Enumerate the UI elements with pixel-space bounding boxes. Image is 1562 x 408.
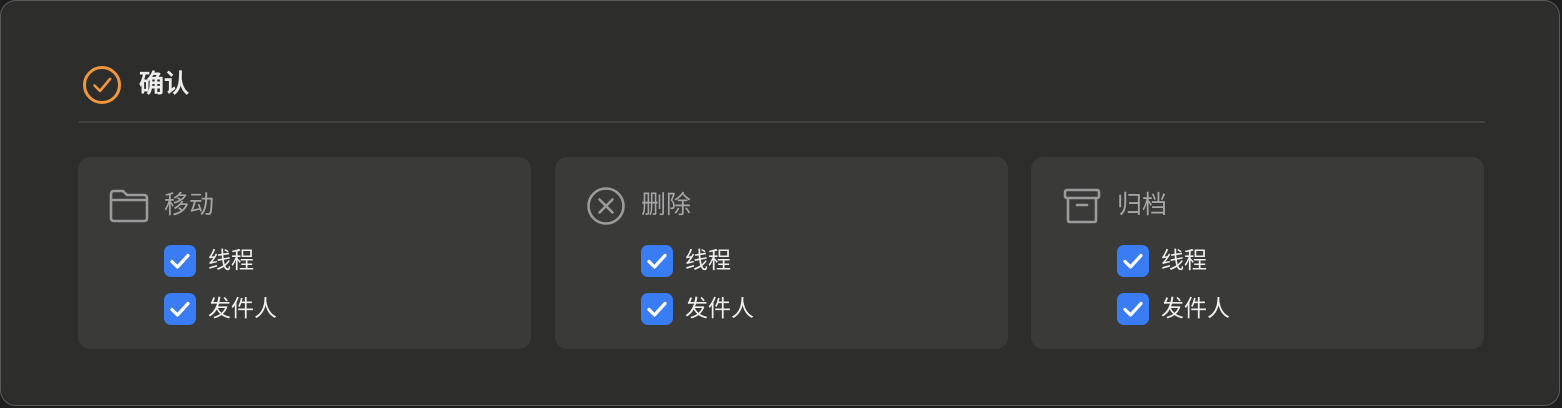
- checkbox-move-sender[interactable]: [164, 293, 196, 325]
- x-circle-icon: [587, 187, 625, 225]
- option-label: 发件人: [685, 296, 754, 322]
- checkbox-delete-sender[interactable]: [641, 293, 673, 325]
- checkmark-icon: [647, 301, 667, 317]
- checkmark-icon: [1123, 253, 1143, 269]
- card-title-delete: 删除: [641, 190, 692, 219]
- card-delete: 删除 线程 发件人: [555, 157, 1008, 349]
- checkmark-icon: [647, 253, 667, 269]
- checkbox-delete-thread[interactable]: [641, 245, 673, 277]
- archive-box-icon: [1063, 188, 1101, 224]
- card-move: 移动 线程 发件人: [78, 157, 531, 349]
- option-label: 线程: [685, 248, 731, 274]
- option-label: 线程: [1161, 248, 1207, 274]
- checkmark-icon: [170, 253, 190, 269]
- card-title-archive: 归档: [1117, 190, 1168, 219]
- checkmark-icon: [1123, 301, 1143, 317]
- checkmark-icon: [170, 301, 190, 317]
- option-label: 线程: [208, 248, 254, 274]
- checkbox-archive-sender[interactable]: [1117, 293, 1149, 325]
- page-title: 确认: [139, 69, 190, 98]
- option-label: 发件人: [1161, 296, 1230, 322]
- check-circle-icon: [83, 66, 121, 104]
- folder-icon: [109, 189, 149, 223]
- checkbox-archive-thread[interactable]: [1117, 245, 1149, 277]
- card-archive: 归档 线程 发件人: [1031, 157, 1484, 349]
- confirm-panel: 确认 移动 线程 发件人 删除 线程 发件人 归档 线程 发件人: [0, 0, 1560, 406]
- checkbox-move-thread[interactable]: [164, 245, 196, 277]
- option-label: 发件人: [208, 296, 277, 322]
- card-title-move: 移动: [164, 190, 215, 219]
- confirm-header: 确认: [79, 61, 1485, 123]
